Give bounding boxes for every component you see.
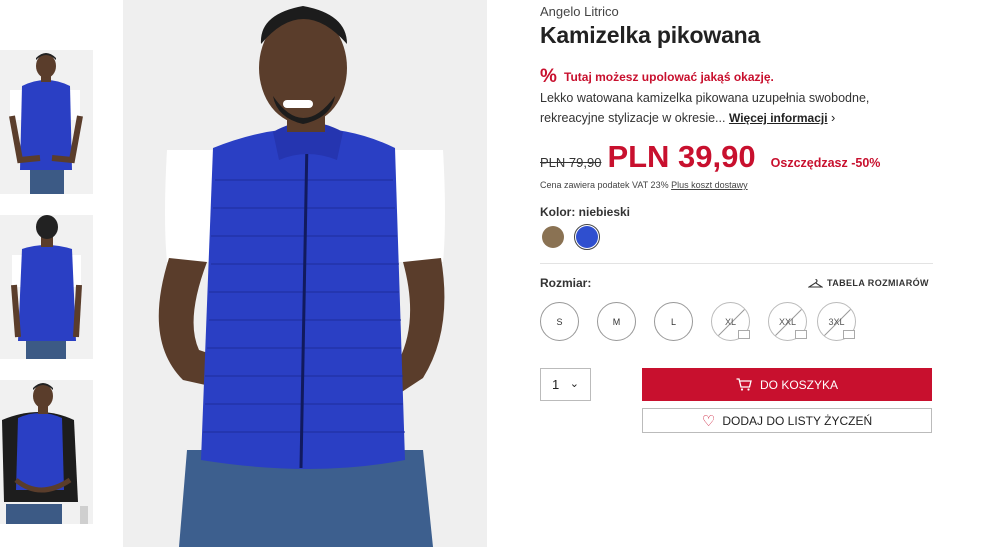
size-option-label: S <box>556 316 563 327</box>
add-to-wishlist-label: DODAJ DO LISTY ŻYCZEŃ <box>722 413 873 428</box>
main-product-image[interactable] <box>123 0 487 547</box>
size-option-l[interactable]: L <box>654 302 693 341</box>
add-to-cart-label: DO KOSZYKA <box>759 377 839 392</box>
envelope-icon[interactable] <box>795 330 807 339</box>
current-price: PLN 39,90 <box>607 139 756 174</box>
thumbnail-front[interactable] <box>0 50 93 194</box>
deal-banner: % Tutaj możesz upolować jakąś okazję. <box>540 66 774 88</box>
quantity-value: 1 <box>552 377 560 392</box>
shipping-cost-link[interactable]: Plus koszt dostawy <box>671 180 748 190</box>
size-option-label: L <box>670 316 676 327</box>
brand-name[interactable]: Angelo Litrico <box>540 4 619 19</box>
product-title: Kamizelka pikowana <box>540 22 761 48</box>
size-chart-label: TABELA ROZMIARÓW <box>827 278 929 288</box>
deal-text: Tutaj możesz upolować jakąś okazję. <box>564 70 774 84</box>
price-row: PLN 79,90 PLN 39,90 Oszczędzasz -50% <box>540 139 880 175</box>
envelope-icon[interactable] <box>843 330 855 339</box>
size-label: Rozmiar: <box>540 276 592 290</box>
chevron-right-icon: › <box>831 110 836 125</box>
product-description: Lekko watowana kamizelka pikowana uzupeł… <box>540 89 930 128</box>
color-swatch-blue[interactable] <box>576 226 598 248</box>
size-option-label: 3XL <box>828 316 845 327</box>
percent-icon: % <box>540 66 557 87</box>
envelope-icon[interactable] <box>738 330 750 339</box>
vat-note: Cena zawiera podatek VAT 23% Plus koszt … <box>540 180 748 190</box>
size-option-m[interactable]: M <box>597 302 636 341</box>
more-info-link[interactable]: Więcej informacji <box>729 111 828 125</box>
saving-badge: Oszczędzasz -50% <box>770 156 881 170</box>
thumbnail-styled[interactable] <box>0 380 93 524</box>
size-option-s[interactable]: S <box>540 302 579 341</box>
thumbnail-gallery <box>0 0 95 552</box>
size-chart-link[interactable]: TABELA ROZMIARÓW <box>808 278 929 288</box>
product-photo <box>123 0 487 547</box>
thumbnail-back-image <box>0 215 93 359</box>
add-to-wishlist-button[interactable]: ♡ DODAJ DO LISTY ŻYCZEŃ <box>642 408 932 433</box>
quantity-select[interactable]: 1 ⌄ <box>540 368 591 401</box>
cart-icon <box>736 378 752 391</box>
heart-icon: ♡ <box>701 412 716 430</box>
vat-text: Cena zawiera podatek VAT 23% <box>540 180 669 190</box>
thumbnail-styled-image <box>0 380 93 524</box>
old-price: PLN 79,90 <box>540 155 602 170</box>
size-option-label: XXL <box>778 316 796 327</box>
size-option-label: M <box>612 316 621 327</box>
chevron-down-icon: ⌄ <box>569 378 579 390</box>
size-option-label: XL <box>724 316 736 327</box>
add-to-cart-button[interactable]: DO KOSZYKA <box>642 368 932 401</box>
thumbnail-back[interactable] <box>0 215 93 359</box>
divider <box>540 263 933 264</box>
hanger-icon <box>808 278 823 288</box>
color-label: Kolor: niebieski <box>540 205 631 219</box>
thumbnail-front-image <box>0 50 93 194</box>
color-swatch-brown[interactable] <box>542 226 564 248</box>
